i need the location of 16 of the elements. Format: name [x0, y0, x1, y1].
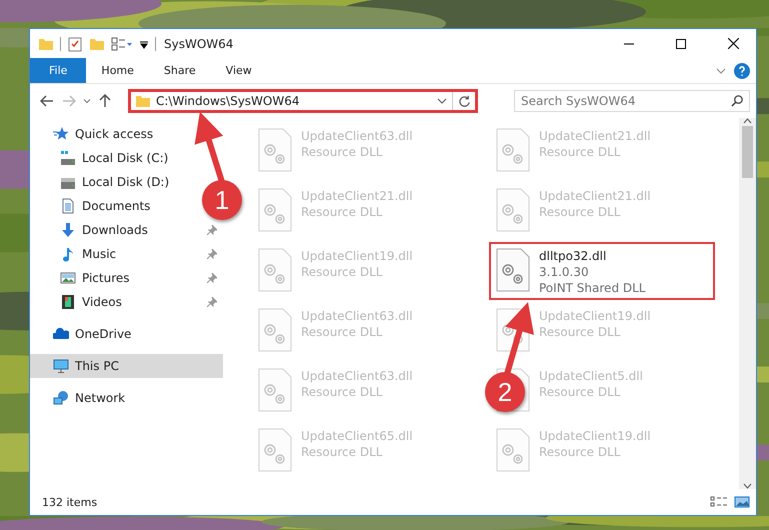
file-detail: Resource DLL	[539, 204, 622, 220]
file-detail: Resource DLL	[539, 144, 622, 160]
file-detail: Resource DLL	[301, 384, 384, 400]
file-detail: Resource DLL	[539, 324, 622, 340]
file-detail: Resource DLL	[301, 144, 384, 160]
file-detail: Resource DLL	[301, 324, 384, 340]
file-detail: Resource DLL	[301, 444, 384, 460]
file-detail: Resource DLL	[539, 444, 622, 460]
window-title: SysWOW64	[164, 36, 234, 50]
item-count: 132 items	[42, 496, 98, 508]
file-detail: Resource DLL	[301, 264, 384, 280]
file-detail: 3.1.0.30	[539, 264, 590, 280]
address-path: C:\Windows\SysWOW64	[156, 94, 300, 108]
file-detail: Resource DLL	[301, 204, 384, 220]
file-detail: Resource DLL	[539, 384, 622, 400]
file-detail: PoINT Shared DLL	[539, 280, 646, 296]
